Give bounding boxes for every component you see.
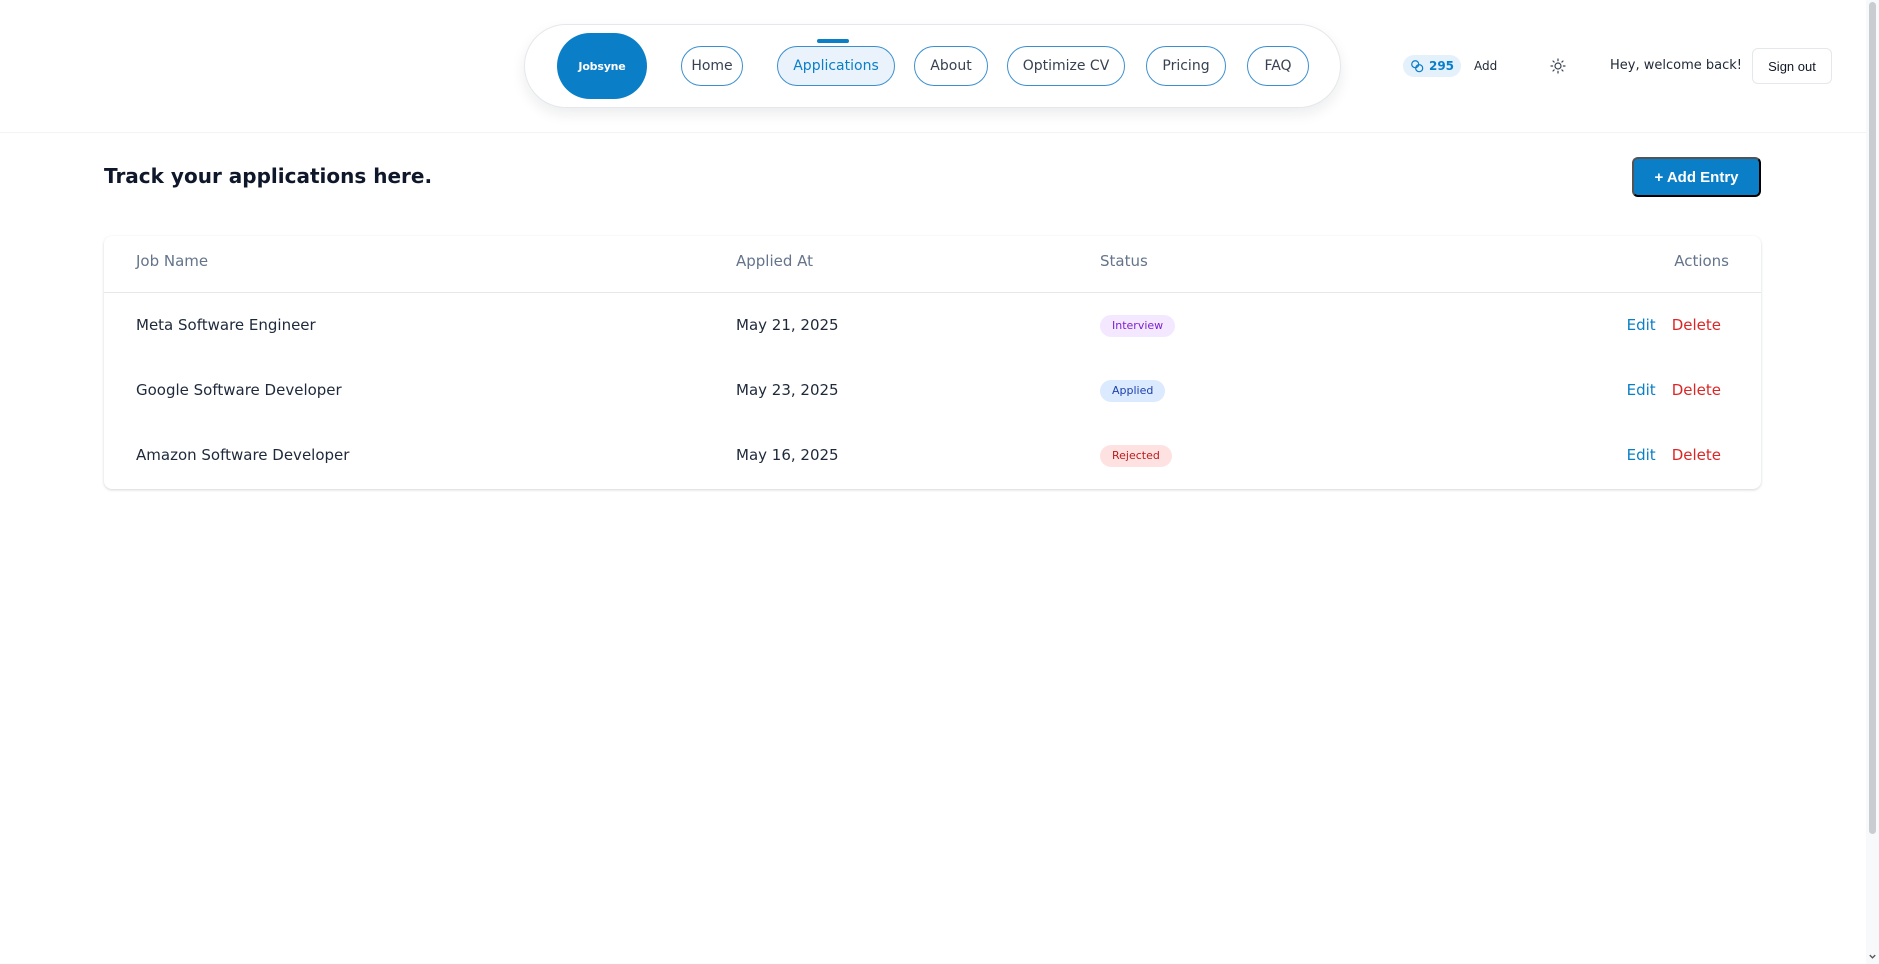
credits-badge: 295: [1403, 55, 1461, 77]
nav-home[interactable]: Home: [681, 46, 743, 86]
credits-count: 295: [1428, 59, 1455, 73]
row-actions: Edit Delete: [1627, 381, 1721, 399]
column-header-status: Status: [1100, 252, 1148, 270]
status-badge: Rejected: [1100, 445, 1172, 467]
scroll-down-arrow-icon[interactable]: [1867, 951, 1878, 962]
job-name: Google Software Developer: [136, 381, 342, 399]
delete-link[interactable]: Delete: [1672, 446, 1721, 464]
status-badge: Applied: [1100, 380, 1166, 402]
sign-out-button[interactable]: Sign out: [1752, 48, 1832, 84]
table-row: Google Software Developer May 23, 2025 A…: [104, 359, 1761, 424]
nav-capsule: Jobsyne Home Applications About Optimize…: [524, 24, 1341, 108]
scrollbar-thumb[interactable]: [1869, 2, 1876, 834]
logo[interactable]: Jobsyne: [557, 33, 647, 99]
column-header-job-name: Job Name: [136, 252, 209, 270]
add-entry-button[interactable]: + Add Entry: [1632, 157, 1761, 197]
column-header-actions: Actions: [1674, 252, 1729, 270]
delete-link[interactable]: Delete: [1672, 316, 1721, 334]
job-name: Amazon Software Developer: [136, 446, 350, 464]
edit-link[interactable]: Edit: [1627, 381, 1656, 399]
applied-date: May 21, 2025: [736, 316, 839, 334]
row-actions: Edit Delete: [1627, 446, 1721, 464]
status-badge: Interview: [1100, 315, 1176, 337]
edit-link[interactable]: Edit: [1627, 316, 1656, 334]
table-row: Meta Software Engineer May 21, 2025 Inte…: [104, 294, 1761, 359]
sun-icon: [1550, 58, 1566, 74]
nav-faq[interactable]: FAQ: [1247, 46, 1309, 86]
coins-icon: [1411, 60, 1424, 73]
row-actions: Edit Delete: [1627, 316, 1721, 334]
table-header: Job Name Applied At Status Actions: [104, 236, 1761, 293]
top-bar: Jobsyne Home Applications About Optimize…: [0, 0, 1866, 133]
theme-toggle[interactable]: [1547, 55, 1569, 77]
nav-optimize-cv[interactable]: Optimize CV: [1007, 46, 1125, 86]
page-title: Track your applications here.: [104, 164, 433, 188]
edit-link[interactable]: Edit: [1627, 446, 1656, 464]
page: Jobsyne Home Applications About Optimize…: [0, 0, 1879, 964]
applied-date: May 16, 2025: [736, 446, 839, 464]
page-scrollbar[interactable]: [1866, 0, 1879, 964]
nav-pricing[interactable]: Pricing: [1146, 46, 1226, 86]
nav-about[interactable]: About: [914, 46, 988, 86]
applications-table: Job Name Applied At Status Actions Meta …: [104, 236, 1761, 489]
applied-date: May 23, 2025: [736, 381, 839, 399]
welcome-text: Hey, welcome back!: [1610, 58, 1742, 73]
job-name: Meta Software Engineer: [136, 316, 316, 334]
table-row: Amazon Software Developer May 16, 2025 R…: [104, 424, 1761, 489]
active-nav-indicator: [817, 39, 849, 43]
delete-link[interactable]: Delete: [1672, 381, 1721, 399]
add-credits-button[interactable]: Add: [1474, 56, 1497, 76]
column-header-applied-at: Applied At: [736, 252, 814, 270]
nav-applications[interactable]: Applications: [777, 46, 895, 86]
